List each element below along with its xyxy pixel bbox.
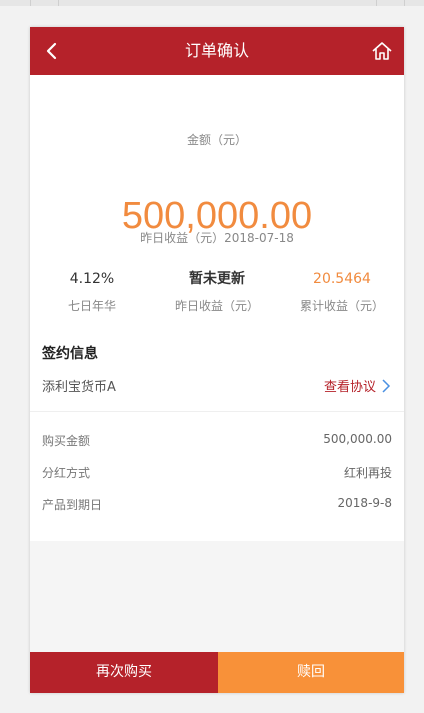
- stat-value: 20.5464: [313, 271, 371, 287]
- stat-label: 昨日收益（元）: [174, 299, 259, 313]
- detail-label: 产品到期日: [42, 498, 103, 512]
- product-name: 添利宝货币A: [42, 380, 116, 395]
- home-icon: [372, 42, 392, 60]
- stat-yesterday-income: 暂未更新 昨日收益（元）: [155, 269, 279, 314]
- view-agreement-link[interactable]: 查看协议: [324, 376, 392, 395]
- stat-label: 七日年华: [67, 299, 116, 313]
- phone-screen: 订单确认 金额（元） 500,000.00 昨日收益（元）2018-07-18 …: [30, 27, 404, 693]
- bottom-action-bar: 再次购买 赎回: [30, 652, 404, 693]
- stat-value: 暂未更新: [189, 271, 245, 287]
- stat-seven-day-annual: 4.12% 七日年华: [30, 269, 154, 314]
- chevron-right-icon: [380, 379, 392, 393]
- summary-card: 金额（元） 500,000.00 昨日收益（元）2018-07-18 4.12%…: [30, 75, 404, 333]
- detail-label: 分红方式: [42, 466, 91, 480]
- amount-label: 金额（元）: [186, 133, 247, 147]
- detail-row-dividend-method: 分红方式 红利再投: [42, 464, 392, 480]
- sign-info-section: 签约信息 添利宝货币A 查看协议 购买金额 500,000.00 分红方式 红利…: [30, 321, 404, 541]
- divider: [30, 411, 404, 412]
- redeem-button[interactable]: 赎回: [218, 652, 404, 693]
- detail-row-maturity-date: 产品到期日 2018-9-8: [42, 496, 392, 512]
- detail-label: 购买金额: [42, 434, 91, 448]
- stat-cumulative-income: 20.5464 累计收益（元）: [280, 269, 404, 314]
- app-header: 订单确认: [30, 27, 404, 75]
- page-title: 订单确认: [184, 41, 249, 60]
- detail-value: 500,000.00: [323, 432, 392, 446]
- top-strip: [0, 0, 424, 6]
- strip-divider: [376, 0, 377, 6]
- yesterday-income-date: 昨日收益（元）2018-07-18: [140, 231, 294, 245]
- section-title: 签约信息: [42, 346, 98, 362]
- detail-value: 2018-9-8: [337, 496, 392, 510]
- strip-divider: [404, 0, 405, 6]
- strip-divider: [30, 0, 31, 6]
- strip-divider: [58, 0, 59, 6]
- buy-again-button[interactable]: 再次购买: [30, 652, 218, 693]
- home-button[interactable]: [370, 39, 394, 63]
- stat-value: 4.12%: [69, 271, 115, 287]
- detail-row-purchase-amount: 购买金额 500,000.00: [42, 432, 392, 448]
- detail-value: 红利再投: [343, 466, 392, 480]
- view-agreement-label: 查看协议: [323, 380, 376, 395]
- stat-label: 累计收益（元）: [299, 299, 384, 313]
